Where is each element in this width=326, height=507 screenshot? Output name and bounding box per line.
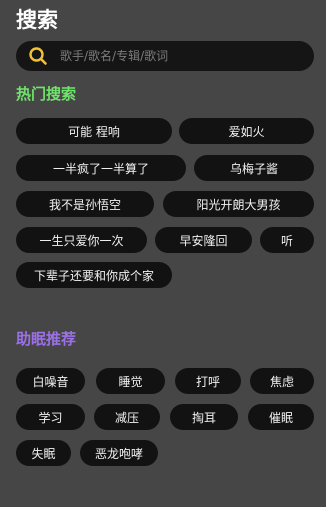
search-bar[interactable] <box>16 41 314 71</box>
search-input[interactable] <box>60 49 290 63</box>
hot-search-title: 热门搜索 <box>16 85 77 103</box>
hot-search-chip[interactable]: 乌梅子酱 <box>194 155 314 181</box>
hot-search-chip[interactable]: 听 <box>260 227 314 253</box>
sleep-chip[interactable]: 睡觉 <box>96 368 165 394</box>
sleep-chip[interactable]: 催眠 <box>248 404 314 430</box>
hot-search-chip[interactable]: 下辈子还要和你成个家 <box>16 262 172 288</box>
sleep-chip[interactable]: 失眠 <box>16 440 71 466</box>
sleep-chip[interactable]: 减压 <box>94 404 160 430</box>
sleep-recommend-title: 助眠推荐 <box>16 330 77 348</box>
sleep-chip[interactable]: 打呼 <box>175 368 241 394</box>
page-title: 搜索 <box>16 8 58 32</box>
hot-search-chip[interactable]: 一半疯了一半算了 <box>16 155 186 181</box>
hot-search-chip[interactable]: 我不是孙悟空 <box>16 191 154 217</box>
sleep-chip[interactable]: 学习 <box>16 404 85 430</box>
sleep-chip[interactable]: 白噪音 <box>16 368 85 394</box>
hot-search-chip[interactable]: 阳光开朗大男孩 <box>163 191 314 217</box>
hot-search-chip[interactable]: 爱如火 <box>179 118 314 144</box>
hot-search-chip[interactable]: 一生只爱你一次 <box>16 227 147 253</box>
sleep-chip[interactable]: 恶龙咆哮 <box>80 440 158 466</box>
search-icon[interactable] <box>28 45 50 67</box>
hot-search-chip[interactable]: 可能 程响 <box>16 118 172 144</box>
sleep-chip[interactable]: 掏耳 <box>170 404 238 430</box>
hot-search-chip[interactable]: 早安隆回 <box>155 227 252 253</box>
sleep-chip[interactable]: 焦虑 <box>250 368 314 394</box>
